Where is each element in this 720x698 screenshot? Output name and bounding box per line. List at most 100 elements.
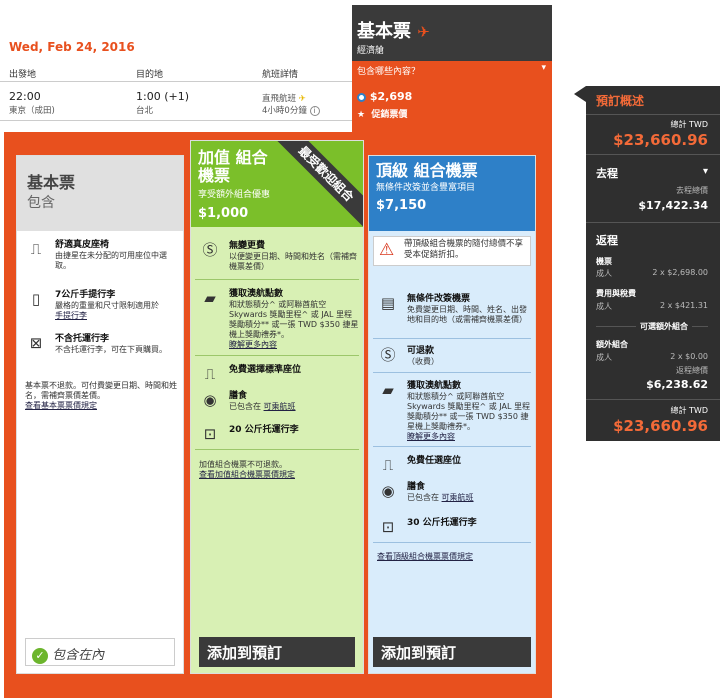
fare-rules-link[interactable]: 查看頂級組合機票票價規定: [377, 552, 473, 561]
feature-item: ▤ 無條件改簽機票 免費變更日期、時間、姓名、出發地和目的地（或需補齊機票差價）: [369, 294, 535, 325]
divider: [373, 372, 531, 373]
fare-tab[interactable]: 基本票 ✈ 經濟艙 包含哪些內容？ ▾: [352, 5, 552, 78]
total-label: 總計 TWD: [670, 406, 709, 415]
feature-item: ◉ 膳食 已包含在 可乘航班: [191, 391, 363, 412]
fare-tab-title: 基本票 ✈: [357, 21, 430, 42]
extra-amount: 2 x $0.00: [670, 352, 708, 361]
adult-label: 成人: [596, 302, 612, 311]
divider: [373, 542, 531, 543]
arrival-time: 1:00 (+1): [136, 90, 189, 103]
feature-item: ▰ 獲取澳航點數 和狀態積分^ 或阿聯酋航空 Skywards 獎勵里程^ 或 JA…: [369, 381, 535, 442]
fees-label: 費用與稅費: [596, 289, 636, 298]
fare-note: 查看頂級組合機票票價規定: [377, 552, 529, 562]
column-details: 航班詳情: [262, 70, 299, 80]
divider: [586, 154, 720, 155]
learn-more-link[interactable]: 瞭解更多內容: [407, 432, 455, 441]
chevron-down-icon[interactable]: ▾: [703, 166, 708, 177]
fare-card-basic: 基本票 包含 ⎍ 舒適真皮座椅 由捷星在未分配的可用座位中選取。 ▯ 7公斤手提行李嚴…: [16, 155, 184, 674]
fare-amount: 2 x $2,698.00: [652, 268, 708, 277]
adult-label: 成人: [596, 353, 612, 362]
any-seat-icon: ⎍: [382, 456, 394, 474]
ticket-change-icon: ▤: [380, 294, 396, 312]
fare-rules-link[interactable]: 查看加值組合機票票價規定: [199, 470, 295, 479]
card-title: 加值 組合機票: [198, 148, 268, 185]
column-from: 出發地: [9, 70, 37, 80]
flight-duration: 4小時0分鐘: [262, 106, 307, 116]
departure-place: 東京（成田): [9, 106, 55, 116]
promo-label: ★ 促銷票價: [357, 110, 408, 120]
fare-note: 基本票不退款。可付費變更日期、時間和姓名，需補齊票價差價。 查看基本票票價規定: [25, 381, 177, 410]
divider: [0, 120, 352, 121]
plane-icon: ✈: [417, 23, 430, 41]
total-amount: $23,660.96: [613, 131, 708, 149]
included-dropdown[interactable]: 包含哪些內容？ ▾: [352, 61, 552, 78]
feature-item: ⎍ 免費任選座位: [369, 456, 535, 474]
arrival-place: 台北: [136, 106, 154, 116]
meal-icon: ◉: [203, 391, 217, 409]
divider: [195, 355, 359, 356]
feature-item: ▯ 7公斤手提行李 嚴格的重量和尺寸限制適用於 手提行李: [17, 290, 183, 321]
card-price: $7,150: [376, 198, 427, 213]
feature-item: ⎍ 免費選擇標準座位: [191, 365, 363, 383]
extra-label: 額外組合: [596, 340, 628, 349]
feature-item: Ⓢ 可退款 （收費）: [369, 346, 535, 367]
card-title: 基本票: [27, 173, 76, 192]
learn-more-link[interactable]: 瞭解更多內容: [229, 340, 277, 349]
summary-title: 預訂概述: [596, 94, 645, 108]
column-to: 目的地: [136, 70, 164, 80]
feature-item: ⎍ 舒適真皮座椅 由捷星在未分配的可用座位中選取。: [17, 240, 183, 271]
feature-item: ⊡ 20 公斤托運行李: [191, 425, 363, 443]
flight-type: 直飛航班 ✈: [262, 94, 306, 104]
divider: [373, 446, 531, 447]
fare-note: 加值組合機票不可退款。 查看加值組合機票票價規定: [199, 460, 295, 479]
divider: [195, 279, 359, 280]
checked-bag-icon: ⊡: [203, 425, 217, 443]
included-badge: ✓ 包含在內: [25, 638, 175, 666]
departure-time: 22:00: [9, 90, 41, 103]
divider: [0, 81, 352, 82]
fare-price-area: $2,698 ★ 促銷票價: [352, 78, 552, 150]
summary-pointer: [574, 86, 586, 102]
feature-item: ◉ 膳食 已包含在 可乘航班: [369, 482, 535, 503]
add-to-booking-button[interactable]: 添加到預訂: [199, 637, 355, 667]
flight-date: Wed, Feb 24, 2016: [9, 40, 135, 54]
divider: [586, 114, 720, 115]
standard-seat-icon: ⎍: [204, 365, 216, 383]
fare-card-plus[interactable]: 加值 組合機票 享受額外組合優惠 $1,000 最受歡迎組合 Ⓢ 無變更費 以便變更…: [190, 140, 364, 674]
seat-icon: ⎍: [30, 240, 42, 258]
fare-rules-link[interactable]: 查看基本票票價規定: [25, 401, 97, 410]
outbound-total-label: 去程總價: [676, 186, 708, 195]
outbound-total: $17,422.34: [638, 199, 708, 212]
total-amount: $23,660.96: [613, 417, 708, 435]
plane-icon: ✈: [298, 94, 306, 104]
refund-icon: Ⓢ: [380, 346, 396, 364]
eligible-flights-link[interactable]: 可乘航班: [264, 402, 296, 411]
return-total-label: 返程總價: [676, 366, 708, 375]
fare-card-max[interactable]: 頂級 組合機票 無條件改簽並含豐富項目 $7,150 ⚠ 帶頂級組合機票的隨付總價…: [368, 155, 536, 674]
carry-on-bag-icon: ▯: [31, 290, 41, 308]
checked-bag-icon: ⊡: [381, 518, 395, 536]
divider: [586, 222, 720, 223]
adult-label: 成人: [596, 269, 612, 278]
feature-item: Ⓢ 無變更費 以便變更日期、時間和姓名（需補齊機票差價）: [191, 241, 363, 272]
carry-on-link[interactable]: 手提行李: [55, 311, 87, 320]
return-total: $6,238.62: [646, 378, 708, 391]
divider: [195, 449, 359, 450]
fees-amount: 2 x $421.31: [660, 301, 708, 310]
outbound-toggle[interactable]: 去程: [596, 165, 618, 181]
eligible-flights-link[interactable]: 可乘航班: [442, 493, 474, 502]
info-icon[interactable]: i: [309, 105, 320, 116]
divider: [373, 338, 531, 339]
star-icon: ★: [357, 110, 366, 120]
return-heading[interactable]: 返程: [596, 232, 618, 248]
flight-duration-row: 4小時0分鐘 i: [262, 104, 320, 116]
radio-selected-icon[interactable]: [357, 92, 366, 102]
feature-item: ▰ 獲取澳航點數 和狀態積分^ 或阿聯酋航空 Skywards 獎勵里程^ 或 JA…: [191, 289, 363, 350]
warning-icon: ⚠: [379, 240, 395, 260]
free-change-icon: Ⓢ: [202, 241, 218, 259]
points-card-icon: ▰: [204, 289, 216, 307]
add-to-booking-button[interactable]: 添加到預訂: [373, 637, 531, 667]
promo-warning: ⚠ 帶頂級組合機票的隨付總價不享受本促銷折扣。: [373, 236, 531, 266]
chevron-down-icon: ▾: [541, 63, 546, 73]
feature-item: ⊡ 30 公斤托運行李: [369, 518, 535, 536]
